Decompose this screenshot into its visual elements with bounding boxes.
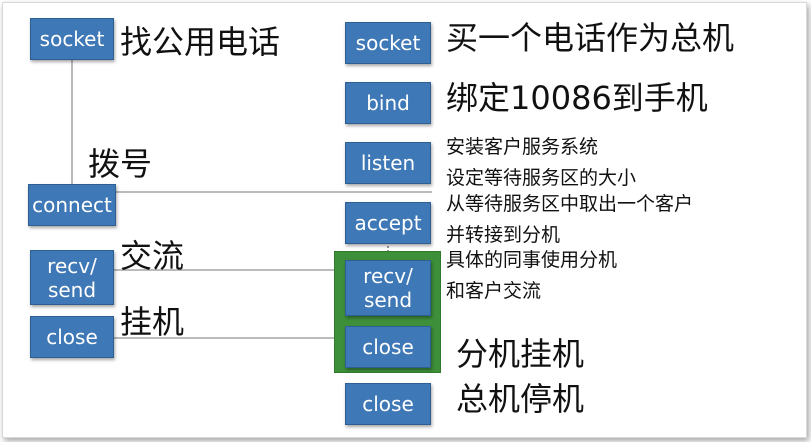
client-close-box[interactable]: close (30, 316, 114, 358)
label-talk-with-customer: 和客户交流 (446, 280, 542, 302)
server-listen-box[interactable]: listen (345, 142, 431, 184)
label-set-queue-size: 设定等待服务区的大小 (446, 167, 637, 189)
label-extension-hang-up: 分机挂机 (456, 335, 585, 373)
client-connect-box[interactable]: connect (28, 184, 116, 226)
label-bind-number: 绑定10086到手机 (446, 79, 708, 117)
server-close-main-box[interactable]: close (345, 383, 431, 425)
client-recv-send-box[interactable]: recv/ send (30, 250, 114, 305)
label-find-phone: 找公用电话 (120, 23, 281, 61)
server-recv-send-box[interactable]: recv/ send (345, 260, 431, 316)
label-transfer-extension: 并转接到分机 (446, 224, 561, 246)
label-install-system: 安装客户服务系统 (446, 136, 599, 158)
label-hang-up: 挂机 (120, 303, 185, 341)
server-socket-box[interactable]: socket (345, 22, 431, 64)
server-close-ext-box[interactable]: close (345, 326, 431, 368)
label-main-shutdown: 总机停机 (456, 380, 585, 418)
client-socket-box[interactable]: socket (30, 18, 114, 60)
label-buy-main-phone: 买一个电话作为总机 (446, 19, 735, 57)
label-communicate: 交流 (120, 237, 185, 275)
server-bind-box[interactable]: bind (345, 82, 431, 124)
server-accept-box[interactable]: accept (345, 202, 431, 244)
label-colleague-uses-extension: 具体的同事使用分机 (446, 249, 618, 271)
label-take-customer: 从等待服务区中取出一个客户 (446, 193, 694, 215)
label-dial: 拨号 (88, 145, 153, 183)
